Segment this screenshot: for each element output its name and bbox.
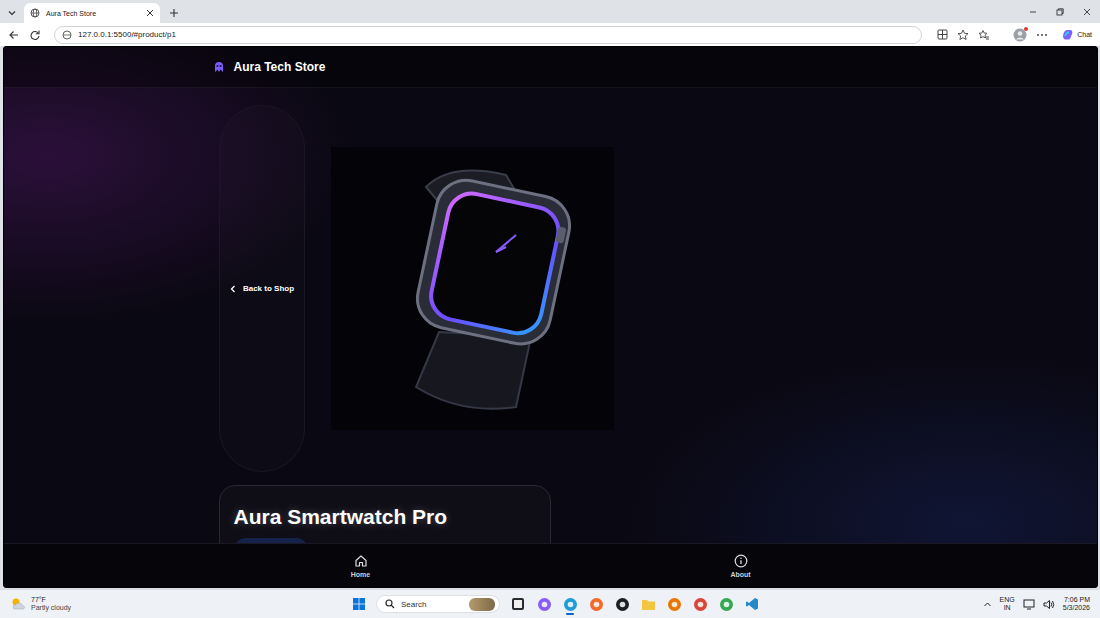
chat-button[interactable]: Chat — [1061, 28, 1092, 41]
product-title: Aura Smartwatch Pro — [234, 503, 536, 530]
input-language[interactable]: ENG IN — [1000, 596, 1015, 613]
chevron-down-icon — [7, 8, 17, 18]
favorite-star-icon[interactable] — [957, 29, 969, 41]
nav-label: About — [730, 571, 750, 578]
web-page: Aura Tech Store Back to Shop Aura Smartw… — [3, 46, 1098, 588]
chrome-icon — [693, 597, 708, 612]
volume-icon[interactable] — [1043, 599, 1055, 610]
taskbar-app[interactable] — [666, 592, 682, 616]
taskbar: 77°F Partly cloudy Search ENG IN 7:06 PM… — [0, 589, 1100, 618]
address-bar[interactable]: 127.0.0.1:5500/#product/p1 — [54, 26, 922, 44]
split-screen-icon[interactable] — [937, 29, 948, 40]
weather-widget[interactable]: 77°F Partly cloudy — [0, 596, 340, 612]
blender-icon — [667, 597, 682, 612]
profile-avatar[interactable] — [1013, 28, 1027, 42]
taskbar-app[interactable] — [536, 592, 552, 616]
desktop: Aura Tech Store 127.0.0.1:5500/#product/… — [0, 0, 1100, 618]
copilot-icon — [537, 597, 552, 612]
taskbar-app[interactable] — [588, 592, 604, 616]
close-window-icon[interactable] — [1082, 7, 1092, 17]
chrome-dev-icon — [719, 597, 734, 612]
tab-title: Aura Tech Store — [46, 10, 140, 17]
back-label: Back to Shop — [243, 284, 294, 293]
taskbar-app[interactable] — [744, 592, 760, 616]
chevron-up-icon[interactable] — [983, 600, 992, 609]
nav-item[interactable]: About — [551, 544, 931, 587]
back-arrow-icon[interactable] — [8, 29, 20, 41]
restore-icon[interactable] — [1055, 7, 1065, 17]
language-code: ENG — [1000, 596, 1015, 604]
copilot-icon — [1061, 28, 1074, 41]
clock[interactable]: 7:06 PM 5/3/2026 — [1063, 596, 1090, 613]
tab-strip: Aura Tech Store — [0, 0, 1100, 23]
taskbar-app[interactable] — [614, 592, 630, 616]
toolbar-actions: Chat — [931, 28, 1092, 42]
search-placeholder: Search — [401, 600, 463, 609]
weather-description: Partly cloudy — [31, 604, 71, 612]
search-highlight-picture — [469, 598, 495, 611]
chevron-left-icon — [229, 285, 237, 293]
taskbar-app[interactable] — [562, 592, 578, 616]
browser-viewport: Aura Tech Store Back to Shop Aura Smartw… — [0, 46, 1100, 589]
browser-toolbar: 127.0.0.1:5500/#product/p1 Chat — [0, 23, 1100, 46]
search-icon — [385, 599, 395, 609]
vscode-icon — [745, 597, 759, 611]
tab-list-button[interactable] — [5, 3, 19, 23]
url-text: 127.0.0.1:5500/#product/p1 — [78, 30, 176, 39]
edge-icon — [563, 597, 578, 612]
nav-item[interactable]: Home — [171, 544, 551, 587]
new-tab-button[interactable] — [164, 3, 184, 23]
taskbar-app[interactable] — [718, 592, 734, 616]
more-icon[interactable] — [1036, 29, 1048, 41]
folder-icon — [641, 598, 656, 611]
system-tray: ENG IN 7:06 PM 5/3/2026 — [983, 596, 1100, 613]
github-icon — [615, 597, 630, 612]
taskbar-search[interactable]: Search — [376, 595, 500, 613]
browser-tab[interactable]: Aura Tech Store — [24, 3, 160, 23]
favorites-icon[interactable] — [978, 29, 990, 41]
clock-date: 5/3/2026 — [1063, 604, 1090, 612]
taskbar-app[interactable] — [692, 592, 708, 616]
smartwatch-picture — [331, 147, 614, 430]
close-icon[interactable] — [146, 9, 154, 17]
firefox-icon — [589, 597, 604, 612]
back-to-shop-button[interactable]: Back to Shop — [219, 105, 305, 472]
minimize-icon[interactable] — [1028, 7, 1038, 17]
site-header: Aura Tech Store — [4, 47, 1097, 88]
weather-temperature: 77°F — [31, 596, 71, 604]
region-code: IN — [1004, 604, 1011, 612]
taskbar-app[interactable] — [510, 592, 526, 616]
brand-logo-icon[interactable] — [213, 61, 225, 73]
terminal-icon — [511, 597, 525, 611]
home-icon — [354, 554, 368, 568]
windows-start-icon[interactable] — [352, 597, 366, 611]
brand-name[interactable]: Aura Tech Store — [234, 60, 326, 74]
site-info-icon[interactable] — [62, 30, 72, 40]
nav-label: Home — [351, 571, 370, 578]
bottom-navigation: Home About — [4, 543, 1097, 587]
network-icon[interactable] — [1023, 599, 1035, 610]
chat-label: Chat — [1077, 31, 1092, 38]
product-hero: Back to Shop — [219, 105, 883, 472]
info-icon — [734, 554, 748, 568]
clock-time: 7:06 PM — [1064, 596, 1090, 604]
product-image — [331, 147, 614, 430]
refresh-icon[interactable] — [29, 29, 41, 41]
partly-cloudy-icon — [10, 597, 26, 611]
globe-icon — [30, 8, 40, 18]
window-controls — [1028, 0, 1100, 23]
taskbar-apps: Search — [340, 592, 760, 616]
active-app-indicator — [566, 613, 574, 615]
taskbar-app[interactable] — [640, 592, 656, 616]
plus-icon — [169, 8, 179, 18]
notification-dot — [1024, 27, 1028, 31]
product-page: Back to Shop Aura Smartwatch Pro — [211, 88, 891, 588]
